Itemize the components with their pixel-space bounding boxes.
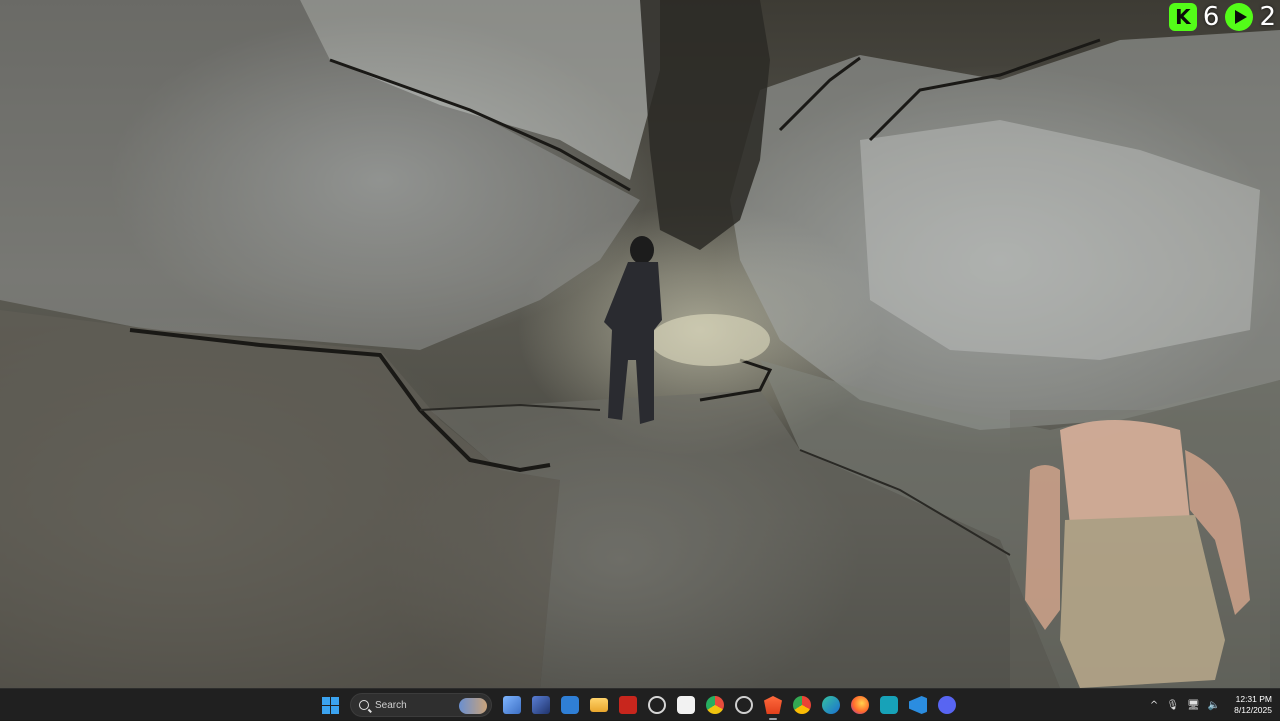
- app-media[interactable]: [529, 693, 553, 717]
- search-box[interactable]: Search: [350, 693, 492, 717]
- kick-logo-icon: K: [1168, 3, 1197, 31]
- windows-logo-icon: [321, 696, 339, 714]
- windows-taskbar: Search ^ 🎙 🖥 🔈 12:31 PM 8/12/2025: [0, 688, 1280, 720]
- stream-video-frame: K 6 2: [0, 0, 1280, 688]
- rumble-counter: 2: [1225, 2, 1276, 32]
- brave-icon: [764, 696, 782, 714]
- vscode-icon: [909, 696, 927, 714]
- app-clock[interactable]: [645, 693, 669, 717]
- chrome-icon: [793, 696, 811, 714]
- app-brave[interactable]: [761, 693, 785, 720]
- kick-viewer-count: 6: [1202, 2, 1220, 32]
- firefox-icon: [851, 696, 869, 714]
- webcam-overlay: [1010, 410, 1270, 688]
- app-arduino[interactable]: [877, 693, 901, 717]
- app-video-editor[interactable]: [616, 693, 640, 717]
- folder-icon: [590, 698, 608, 712]
- search-placeholder: Search: [375, 699, 407, 711]
- taskbar-apps: Search: [318, 689, 959, 721]
- start-button[interactable]: [318, 693, 342, 717]
- app-firefox[interactable]: [848, 693, 872, 717]
- app-file-explorer[interactable]: [587, 693, 611, 717]
- volume-icon[interactable]: 🔈: [1208, 700, 1220, 711]
- video-editor-icon: [619, 696, 637, 714]
- search-highlight-icon: [459, 698, 487, 714]
- chevron-up-icon[interactable]: ^: [1150, 700, 1158, 711]
- taskbar-clock[interactable]: 12:31 PM 8/12/2025: [1228, 694, 1272, 716]
- app-chrome[interactable]: [790, 693, 814, 717]
- clock-date: 8/12/2025: [1234, 705, 1272, 715]
- caver-figure: [604, 236, 662, 424]
- app-capcut[interactable]: [674, 693, 698, 717]
- app-vscode[interactable]: [906, 693, 930, 717]
- system-tray: ^ 🎙 🖥 🔈 12:31 PM 8/12/2025: [1150, 689, 1272, 721]
- clock-time: 12:31 PM: [1235, 694, 1272, 704]
- media-icon: [532, 696, 550, 714]
- edge-icon: [822, 696, 840, 714]
- microphone-icon[interactable]: 🎙: [1166, 700, 1179, 711]
- kick-counter: K 6: [1168, 2, 1220, 32]
- app-discord[interactable]: [935, 693, 959, 717]
- settings-alert-icon: [735, 696, 753, 714]
- rumble-play-icon: [1225, 3, 1254, 31]
- rumble-viewer-count: 2: [1259, 2, 1276, 32]
- app-chrome-variant[interactable]: [703, 693, 727, 717]
- chrome-variant-icon: [706, 696, 724, 714]
- capcut-icon: [677, 696, 695, 714]
- remote-desktop-icon: [561, 696, 579, 714]
- app-settings-alert[interactable]: [732, 693, 756, 717]
- app-remote-desktop[interactable]: [558, 693, 582, 717]
- infinity-icon: [880, 696, 898, 714]
- cave-scene: [0, 0, 1280, 688]
- clock-icon: [648, 696, 666, 714]
- app-edge[interactable]: [819, 693, 843, 717]
- stream-viewer-counters: K 6 2: [1168, 2, 1276, 32]
- discord-icon: [938, 696, 956, 714]
- network-icon[interactable]: 🖥: [1187, 700, 1200, 711]
- app-network-tool[interactable]: [500, 693, 524, 717]
- network-tool-icon: [503, 696, 521, 714]
- search-icon: [359, 700, 369, 710]
